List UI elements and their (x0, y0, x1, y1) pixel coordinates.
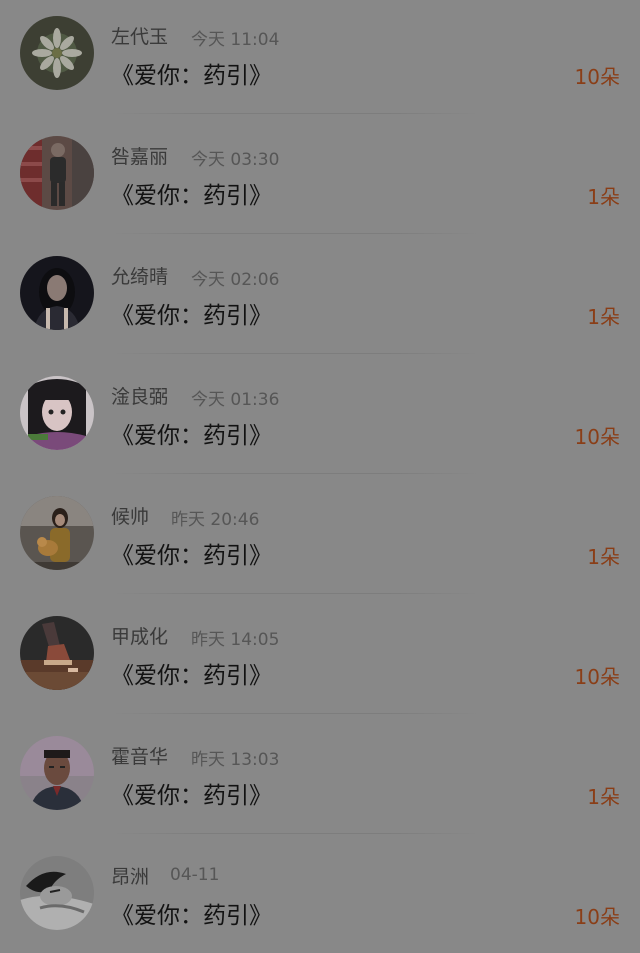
book-title[interactable]: 《爱你：药引》 (111, 656, 272, 690)
message-time: 今天 11:04 (191, 30, 280, 50)
avatar[interactable] (20, 376, 94, 450)
divider (111, 833, 480, 834)
sender-name: 淦良弼 (111, 386, 169, 408)
list-item[interactable]: 左代玉 今天 11:04 《爱你：药引》 10朵 (0, 0, 640, 120)
avatar[interactable] (20, 16, 94, 90)
divider (111, 233, 480, 234)
book-title[interactable]: 《爱你：药引》 (111, 416, 272, 450)
flower-count: 1朵 (587, 305, 620, 329)
sender-name: 昂洲 (111, 866, 150, 888)
sender-name: 候帅 (111, 506, 150, 528)
message-time: 今天 02:06 (191, 270, 280, 290)
sender-name: 霍音华 (111, 746, 169, 768)
sender-name: 咎嘉丽 (111, 146, 169, 168)
flower-count: 1朵 (587, 545, 620, 569)
divider (111, 713, 480, 714)
divider (111, 113, 480, 114)
list-item[interactable]: 昂洲 04-11 《爱你：药引》 10朵 (0, 840, 640, 953)
list-item[interactable]: 候帅 昨天 20:46 《爱你：药引》 1朵 (0, 480, 640, 600)
avatar[interactable] (20, 256, 94, 330)
avatar[interactable] (20, 496, 94, 570)
message-time: 04-11 (170, 865, 220, 885)
book-title[interactable]: 《爱你：药引》 (111, 56, 272, 90)
flower-count: 10朵 (574, 665, 620, 689)
list-item[interactable]: 淦良弼 今天 01:36 《爱你：药引》 10朵 (0, 360, 640, 480)
avatar[interactable] (20, 736, 94, 810)
flower-count: 1朵 (587, 785, 620, 809)
message-time: 昨天 13:03 (191, 750, 280, 770)
book-title[interactable]: 《爱你：药引》 (111, 536, 272, 570)
gift-message-list: 左代玉 今天 11:04 《爱你：药引》 10朵 咎嘉丽 今天 03:30 《爱… (0, 0, 640, 953)
avatar[interactable] (20, 856, 94, 930)
divider (111, 593, 480, 594)
list-item[interactable]: 咎嘉丽 今天 03:30 《爱你：药引》 1朵 (0, 120, 640, 240)
message-time: 昨天 14:05 (191, 630, 280, 650)
book-title[interactable]: 《爱你：药引》 (111, 776, 272, 810)
book-title[interactable]: 《爱你：药引》 (111, 176, 272, 210)
list-item[interactable]: 霍音华 昨天 13:03 《爱你：药引》 1朵 (0, 720, 640, 840)
list-item[interactable]: 甲成化 昨天 14:05 《爱你：药引》 10朵 (0, 600, 640, 720)
divider (111, 473, 480, 474)
book-title[interactable]: 《爱你：药引》 (111, 896, 272, 930)
avatar[interactable] (20, 136, 94, 210)
sender-name: 允绮晴 (111, 266, 169, 288)
avatar[interactable] (20, 616, 94, 690)
sender-name: 左代玉 (111, 26, 169, 48)
divider (111, 353, 480, 354)
flower-count: 1朵 (587, 185, 620, 209)
message-time: 今天 01:36 (191, 390, 280, 410)
message-time: 昨天 20:46 (171, 510, 260, 530)
sender-name: 甲成化 (111, 626, 169, 648)
flower-count: 10朵 (574, 65, 620, 89)
flower-count: 10朵 (574, 425, 620, 449)
flower-count: 10朵 (574, 905, 620, 929)
book-title[interactable]: 《爱你：药引》 (111, 296, 272, 330)
list-item[interactable]: 允绮晴 今天 02:06 《爱你：药引》 1朵 (0, 240, 640, 360)
message-time: 今天 03:30 (191, 150, 280, 170)
